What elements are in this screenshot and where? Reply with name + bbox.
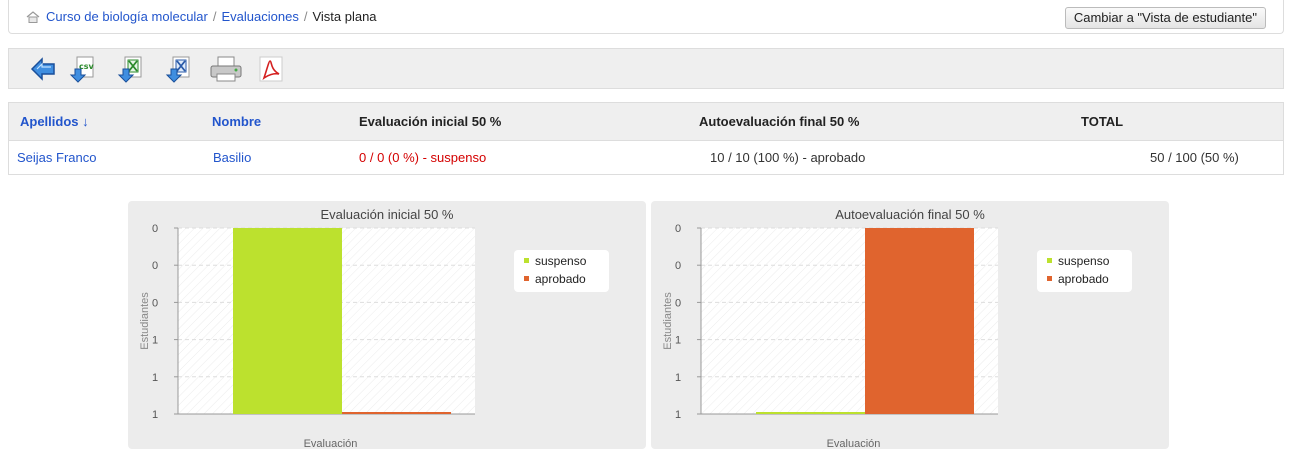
legend-label: suspenso [1058,254,1110,268]
y-axis-label: Estudiantes [662,292,674,350]
x-axis-label: Evaluación [304,438,358,449]
y-tick-label: 1 [152,335,158,347]
y-tick-label: 0 [152,297,158,309]
breadcrumb: Curso de biología molecular / Evaluacion… [26,9,377,24]
toolbar: csv [8,48,1284,89]
export-excel-icon[interactable] [117,55,145,83]
y-tick-label: 1 [152,372,158,384]
export-xml-icon[interactable] [165,55,193,83]
y-tick-label: 1 [675,335,681,347]
table-header-row: Apellidos ↓ Nombre Evaluación inicial 50… [8,102,1284,141]
export-pdf-icon[interactable] [257,55,285,83]
header-eval1: Evaluación inicial 50 % [348,102,688,141]
print-icon[interactable] [209,55,243,83]
back-arrow-icon[interactable] [29,55,57,83]
chart-eval1: 1 1 1 0 0 0 Evaluación Estudiantes suspenso aprob… [139,223,609,449]
legend-label: suspenso [535,254,587,268]
export-csv-icon[interactable]: csv [69,55,97,83]
chart-panel-eval2: Autoevaluación final 50 % 1 1 1 0 0 0 Evaluaci… [651,201,1169,449]
breadcrumb-current: Vista plana [312,9,377,24]
legend-label: aprobado [535,272,586,286]
breadcrumb-bar: Curso de biología molecular / Evaluacion… [8,0,1284,34]
header-name-sort[interactable]: Nombre [201,102,348,141]
breadcrumb-evaluations-link[interactable]: Evaluaciones [222,9,299,24]
eval2-grade: 10 / 10 (100 %) - aprobado [710,150,866,165]
y-tick-label: 1 [675,409,681,421]
legend-swatch [1047,258,1052,263]
legend-label: aprobado [1058,272,1109,286]
y-tick-label: 0 [152,223,158,235]
student-name-link[interactable]: Basilio [201,141,348,175]
legend-swatch [524,276,529,281]
y-tick-label: 0 [152,260,158,272]
header-surname-sort[interactable]: Apellidos ↓ [8,102,201,141]
bar-aprobado [342,412,451,414]
breadcrumb-course-link[interactable]: Curso de biología molecular [46,9,208,24]
y-axis-label: Estudiantes [139,292,151,350]
bar-suspenso [233,228,342,414]
y-tick-label: 1 [152,409,158,421]
breadcrumb-separator: / [303,9,308,24]
legend-swatch [1047,276,1052,281]
y-tick-label: 0 [675,297,681,309]
total-grade: 50 / 100 (50 %) [1150,150,1239,165]
y-tick-label: 0 [675,260,681,272]
y-tick-label: 1 [675,372,681,384]
bar-suspenso [756,412,865,414]
grades-table: Apellidos ↓ Nombre Evaluación inicial 50… [8,102,1284,175]
x-axis-label: Evaluación [827,438,881,449]
home-icon[interactable] [26,10,40,23]
header-eval2: Autoevaluación final 50 % [688,102,1070,141]
student-surname-link[interactable]: Seijas Franco [9,141,202,175]
chart-panel-eval1: Evaluación inicial 50 % 1 1 1 0 0 0 Evaluación… [128,201,646,449]
y-tick-label: 0 [675,223,681,235]
switch-student-view-button[interactable]: Cambiar a "Vista de estudiante" [1064,7,1266,29]
header-total: TOTAL [1070,102,1284,141]
eval1-grade: 0 / 0 (0 %) - suspenso [359,150,487,165]
bar-aprobado [865,228,974,414]
table-row: Seijas Franco Basilio 0 / 0 (0 %) - susp… [9,141,1284,175]
chart-eval2: 1 1 1 0 0 0 Evaluación Estudiantes suspenso aprob… [662,223,1132,449]
legend-swatch [524,258,529,263]
breadcrumb-separator: / [212,9,217,24]
